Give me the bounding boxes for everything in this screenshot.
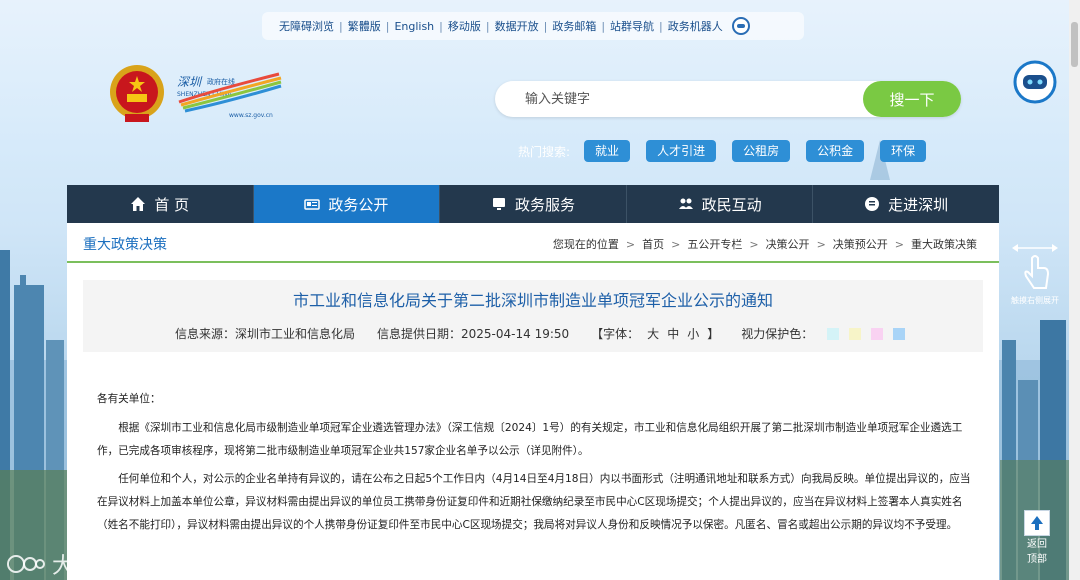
touch-hand-icon xyxy=(1012,244,1058,289)
gov-robot-link[interactable]: 政务机器人 xyxy=(663,18,728,34)
article-header: 市工业和信息化局关于第二批深圳市制造业单项冠军企业公示的通知 信息来源：深圳市工… xyxy=(83,280,983,352)
side-expand-hint[interactable]: 触摸右侧展开 xyxy=(1010,240,1060,306)
font-size-medium[interactable]: 中 xyxy=(667,325,679,342)
article-title: 市工业和信息化局关于第二批深圳市制造业单项冠军企业公示的通知 xyxy=(292,291,773,310)
hot-tag-talent[interactable]: 人才引进 xyxy=(646,140,717,162)
font-size-small[interactable]: 小 xyxy=(687,325,699,342)
article-source: 信息来源：深圳市工业和信息化局 xyxy=(175,327,356,341)
people-icon xyxy=(678,198,693,209)
font-size-label: 【字体： xyxy=(591,327,640,341)
watermark-logo-icon xyxy=(7,555,45,573)
font-size-end: 】 xyxy=(707,327,720,341)
eye-color-cyan[interactable] xyxy=(827,327,840,340)
article-meta: 信息来源：深圳市工业和信息化局 信息提供日期：2025-04-14 19:50 … xyxy=(175,325,915,342)
main-nav: 首 页 政务公开 政务服务 政民互动 走进深圳 xyxy=(67,185,999,223)
nav-about-shenzhen[interactable]: 走进深圳 xyxy=(813,185,999,223)
utility-bar: 无障碍浏览 | 繁體版 | English | 移动版 | 数据开放 | 政务邮箱 | 站群… xyxy=(262,12,804,40)
svg-text:政府在线: 政府在线 xyxy=(207,77,235,86)
hot-tag-environment[interactable]: 环保 xyxy=(880,140,927,162)
breadcrumb-home[interactable]: 首页 xyxy=(642,236,664,252)
svg-text:深圳: 深圳 xyxy=(177,75,203,89)
article-date: 信息提供日期：2025-04-14 19:50 xyxy=(377,327,570,341)
robot-assistant-icon[interactable] xyxy=(1013,60,1057,104)
breadcrumb: 您现在的位置 > 首页 > 五公开专栏 > 决策公开 > 决策预公开 > 重大政… xyxy=(552,236,977,252)
gov-mail-link[interactable]: 政务邮箱 xyxy=(547,18,601,34)
eye-color-blue[interactable] xyxy=(893,327,906,340)
nav-government-affairs[interactable]: 政务公开 xyxy=(253,185,441,223)
nav-home[interactable]: 首 页 xyxy=(67,185,254,223)
breadcrumb-prefix: 您现在的位置 xyxy=(552,238,619,251)
back-to-top-label-1: 返回 xyxy=(1027,539,1047,550)
section-header: 重大政策决策 您现在的位置 > 首页 > 五公开专栏 > 决策公开 > 决策预公… xyxy=(67,223,999,263)
info-icon xyxy=(865,197,880,211)
hot-tag-employment[interactable]: 就业 xyxy=(584,140,631,162)
nav-government-services[interactable]: 政务服务 xyxy=(440,185,627,223)
article-paragraph: 根据《深圳市工业和信息化局市级制造业单项冠军企业遴选管理办法》（深工信规〔202… xyxy=(97,421,963,457)
site-url-label: www.sz.gov.cn xyxy=(229,112,273,119)
scrollbar-thumb[interactable] xyxy=(1071,22,1078,67)
shenzhen-gov-logo[interactable]: 深圳 政府在线 SHENZHEN CHINA www.sz.gov.cn xyxy=(175,72,287,122)
mobile-link[interactable]: 移动版 xyxy=(443,18,486,34)
article-paragraph: 任何单位和个人，对公示的企业名单持有异议的，请在公布之日起5个工作日内（4月14… xyxy=(97,473,971,531)
article-body: 各有关单位： 根据《深圳市工业和信息化局市级制造业单项冠军企业遴选管理办法》（深… xyxy=(97,388,973,543)
news-icon xyxy=(304,199,321,210)
arrow-up-icon xyxy=(1024,510,1050,536)
search-button[interactable]: 搜一下 xyxy=(863,81,961,117)
nav-interaction-label: 政民互动 xyxy=(701,195,762,214)
breadcrumb-decision-open[interactable]: 决策公开 xyxy=(766,236,810,252)
watermark-text: 大数跨境 xyxy=(52,554,141,579)
nav-government-services-label: 政务服务 xyxy=(514,195,575,214)
breadcrumb-decision-preopen[interactable]: 决策预公开 xyxy=(833,236,888,252)
eye-color-pink[interactable] xyxy=(871,327,884,340)
article-greeting: 各有关单位： xyxy=(97,393,161,405)
english-link[interactable]: English xyxy=(389,20,439,33)
hot-tag-housing-fund[interactable]: 公积金 xyxy=(806,140,865,162)
back-to-top-label-2: 顶部 xyxy=(1027,554,1047,565)
search-input[interactable] xyxy=(525,81,855,117)
back-to-top-button[interactable]: 返回 顶部 xyxy=(1022,510,1052,568)
nav-government-affairs-label: 政务公开 xyxy=(328,195,389,214)
breadcrumb-five-open[interactable]: 五公开专栏 xyxy=(687,236,742,252)
nav-home-label: 首 页 xyxy=(154,195,190,214)
hot-search-label: 热门搜索: xyxy=(518,144,571,159)
font-size-large[interactable]: 大 xyxy=(647,325,659,342)
side-hint-label: 触摸右侧展开 xyxy=(1011,296,1059,305)
robot-icon[interactable] xyxy=(731,17,750,35)
content-panel: 重大政策决策 您现在的位置 > 首页 > 五公开专栏 > 决策公开 > 决策预公… xyxy=(67,223,999,580)
nav-about-shenzhen-label: 走进深圳 xyxy=(888,195,949,214)
search-box: 搜一下 xyxy=(495,81,961,117)
eye-color-yellow[interactable] xyxy=(849,327,862,340)
watermark: 大数跨境 xyxy=(6,548,140,580)
traditional-chinese-link[interactable]: 繁體版 xyxy=(343,18,386,34)
breadcrumb-major-policy[interactable]: 重大政策决策 xyxy=(911,236,977,252)
page-scrollbar[interactable] xyxy=(1069,0,1080,580)
section-title: 重大政策决策 xyxy=(83,237,167,253)
nav-interaction[interactable]: 政民互动 xyxy=(626,185,814,223)
hot-tag-public-housing[interactable]: 公租房 xyxy=(732,140,791,162)
national-emblem-logo[interactable] xyxy=(108,62,166,126)
open-data-link[interactable]: 数据开放 xyxy=(490,18,544,34)
accessibility-link[interactable]: 无障碍浏览 xyxy=(274,18,339,34)
site-nav-link[interactable]: 站群导航 xyxy=(605,18,659,34)
home-icon xyxy=(131,197,146,211)
eye-protection-label: 视力保护色： xyxy=(741,327,814,341)
monitor-icon xyxy=(492,198,505,210)
hot-search: 热门搜索: 就业 人才引进 公租房 公积金 环保 xyxy=(518,139,942,163)
